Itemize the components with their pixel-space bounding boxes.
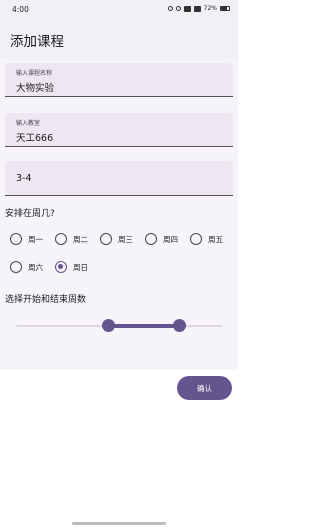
range-slider-end-thumb[interactable] [173, 319, 186, 332]
radio-label: 周五 [208, 234, 223, 244]
radio-label: 周二 [73, 234, 88, 244]
radio-fri[interactable]: 周五 [190, 233, 223, 245]
battery-icon [220, 6, 230, 11]
confirm-button[interactable]: 确认 [177, 376, 232, 400]
course-name-value[interactable]: 大物实验 [16, 80, 54, 94]
radio-label: 周六 [28, 262, 43, 272]
course-name-label: 输入课程名称 [16, 70, 53, 77]
radio-wed[interactable]: 周三 [100, 233, 133, 245]
alarm-icon [167, 6, 173, 11]
home-indicator[interactable] [72, 522, 166, 525]
radio-circle[interactable] [190, 233, 202, 245]
radio-sun[interactable]: 周日 [55, 261, 88, 273]
radio-circle[interactable] [55, 233, 67, 245]
page-title: 添加课程 [10, 34, 64, 50]
classroom-value[interactable]: 天工666 [16, 130, 53, 144]
radio-sat[interactable]: 周六 [10, 261, 43, 273]
radio-circle[interactable] [145, 233, 157, 245]
radio-label: 周一 [28, 234, 43, 244]
radio-circle[interactable] [100, 233, 112, 245]
radio-mon[interactable]: 周一 [10, 233, 43, 245]
radio-tue[interactable]: 周二 [55, 233, 88, 245]
status-time: 4:00 [12, 5, 29, 14]
signal-icon [183, 5, 191, 12]
section-field[interactable]: 3-4 [5, 161, 233, 196]
wifi-icon [193, 5, 201, 12]
radio-label: 周三 [118, 234, 133, 244]
radio-label: 周四 [163, 234, 178, 244]
battery-text: 72% [203, 5, 217, 12]
status-bar: 4:00 72% [0, 0, 238, 20]
weeks-label: 选择开始和结束周数 [5, 295, 87, 305]
status-icons: 72% [167, 5, 230, 12]
radio-thu[interactable]: 周四 [145, 233, 178, 245]
app-bar: 添加课程 [0, 20, 238, 58]
bluetooth-icon [175, 6, 181, 11]
section-value[interactable]: 3-4 [16, 173, 32, 184]
radio-circle-selected[interactable] [55, 261, 67, 273]
radio-circle[interactable] [10, 261, 22, 273]
classroom-label: 输入教室 [16, 120, 41, 127]
weekday-question: 安排在周几? [5, 209, 55, 219]
radio-circle[interactable] [10, 233, 22, 245]
range-slider-start-thumb[interactable] [102, 319, 115, 332]
radio-label: 周日 [73, 262, 88, 272]
classroom-field[interactable]: 输入教室 天工666 [5, 113, 233, 147]
range-slider-active-track[interactable] [108, 324, 180, 328]
course-name-field[interactable]: 输入课程名称 大物实验 [5, 63, 233, 97]
